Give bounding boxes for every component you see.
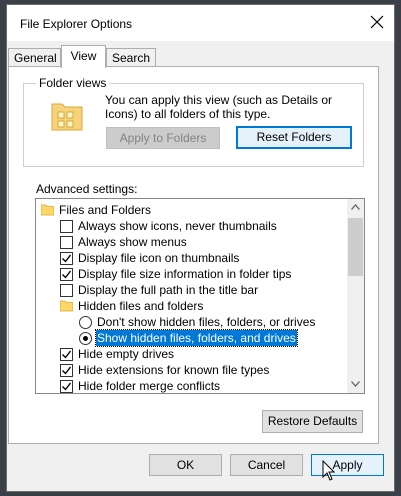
- checkbox-checked[interactable]: [60, 364, 73, 377]
- option-label: Display file icon on thumbnails: [78, 251, 240, 265]
- apply-to-folders-button[interactable]: Apply to Folders: [106, 127, 220, 149]
- tree-item-label: Hidden files and folders: [78, 299, 204, 313]
- checkbox-unchecked[interactable]: [60, 236, 73, 249]
- chevron-down-icon: [351, 381, 360, 387]
- tab-view[interactable]: View: [61, 45, 106, 68]
- folder-views-icon: [51, 103, 83, 131]
- option-label: Display the full path in the title bar: [78, 283, 259, 297]
- checkbox-unchecked[interactable]: [60, 284, 73, 297]
- tab-search[interactable]: Search: [106, 48, 156, 66]
- checkmark-icon: [62, 350, 71, 359]
- scroll-down-button[interactable]: [347, 376, 364, 393]
- option-label: Show hidden files, folders, and drives: [95, 329, 298, 347]
- folder-views-description: You can apply this view (such as Details…: [105, 93, 333, 121]
- radio-dot-icon: [83, 336, 88, 341]
- option-label: Hide empty drives: [78, 347, 175, 361]
- checkmark-icon: [62, 270, 71, 279]
- mouse-cursor-icon: [322, 460, 336, 481]
- tab-general[interactable]: General: [8, 48, 61, 66]
- advanced-settings-tree[interactable]: Files and Folders Always show icons, nev…: [35, 198, 365, 394]
- close-button[interactable]: [364, 10, 390, 36]
- checkbox-unchecked[interactable]: [60, 220, 73, 233]
- restore-defaults-button[interactable]: Restore Defaults: [262, 410, 363, 433]
- option-label: Display file size information in folder …: [78, 267, 292, 281]
- radio-unselected[interactable]: [79, 316, 92, 329]
- option-label: Hide extensions for known file types: [78, 363, 270, 377]
- checkbox-checked[interactable]: [60, 380, 73, 393]
- reset-folders-button[interactable]: Reset Folders: [236, 126, 352, 149]
- checkbox-checked[interactable]: [60, 252, 73, 265]
- scroll-up-button[interactable]: [347, 199, 364, 216]
- option-label: Always show menus: [78, 235, 187, 249]
- option-label: Hide folder merge conflicts: [78, 379, 221, 393]
- cancel-button[interactable]: Cancel: [230, 454, 303, 476]
- chevron-up-icon: [351, 204, 360, 210]
- advanced-settings-label: Advanced settings:: [36, 182, 138, 196]
- vertical-scrollbar[interactable]: [347, 199, 364, 393]
- scrollbar-thumb[interactable]: [348, 218, 363, 276]
- checkmark-icon: [62, 254, 71, 263]
- title-bar[interactable]: File Explorer Options: [7, 5, 394, 41]
- checkmark-icon: [62, 382, 71, 391]
- window-title: File Explorer Options: [20, 17, 133, 31]
- checkbox-checked[interactable]: [60, 268, 73, 281]
- tree-item-label: Files and Folders: [59, 203, 152, 217]
- option-label: Always show icons, never thumbnails: [78, 219, 277, 233]
- checkmark-icon: [62, 366, 71, 375]
- radio-selected[interactable]: [79, 332, 92, 345]
- checkbox-checked[interactable]: [60, 348, 73, 361]
- close-icon: [370, 15, 384, 29]
- option-label: Don't show hidden files, folders, or dri…: [97, 315, 316, 329]
- ok-button[interactable]: OK: [149, 454, 222, 476]
- folder-icon: [60, 300, 73, 312]
- folder-views-title: Folder views: [36, 76, 110, 90]
- folder-icon: [41, 204, 54, 216]
